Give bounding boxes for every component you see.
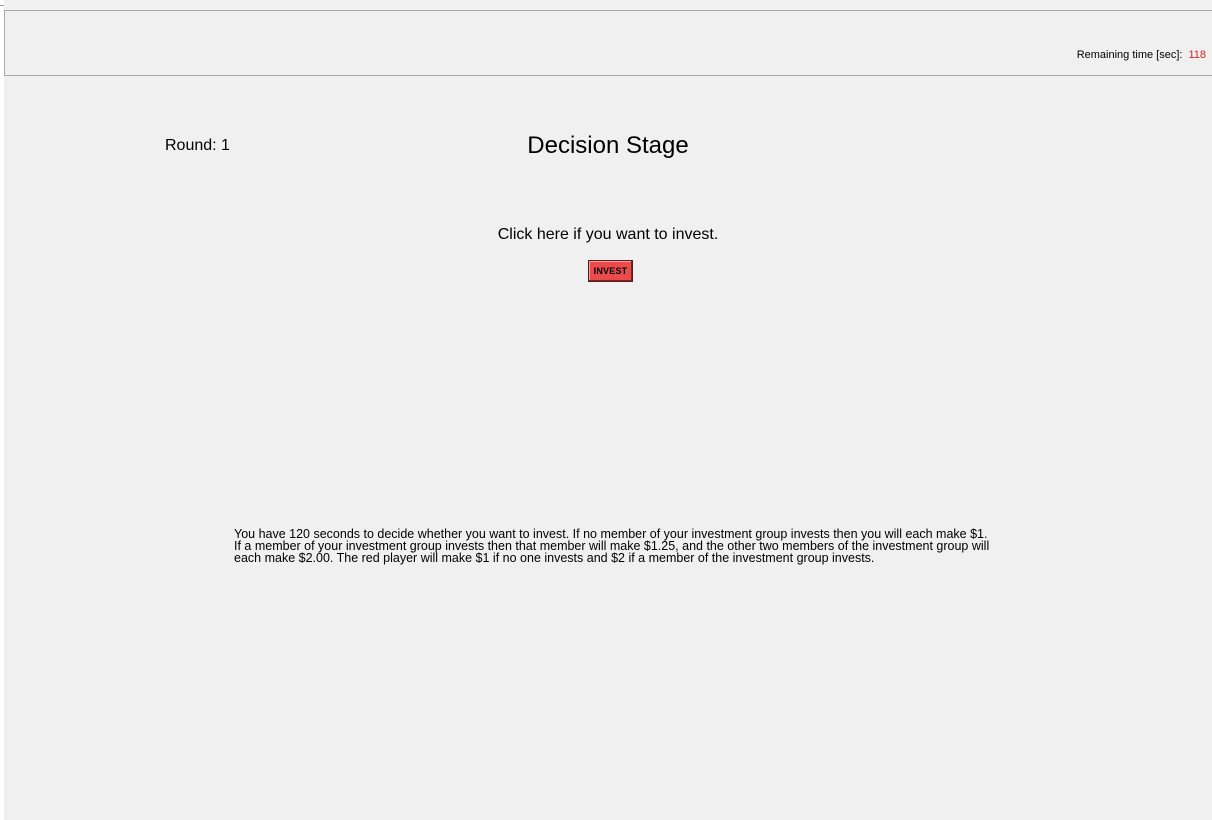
remaining-time-value: 118 <box>1188 49 1206 61</box>
remaining-time-label: Remaining time [sec]: <box>1076 49 1183 61</box>
invest-prompt: Click here if you want to invest. <box>497 226 719 243</box>
header-panel: Remaining time [sec]: 118 <box>4 10 1212 76</box>
page-title: Decision Stage <box>527 132 689 159</box>
instructions-text: You have 120 seconds to decide whether y… <box>234 527 990 565</box>
remaining-time: Remaining time [sec]: 118 <box>1077 49 1206 61</box>
decision-screen: Remaining time [sec]: 118 Round: 1 Decisi… <box>4 0 1212 820</box>
invest-button[interactable]: INVEST <box>588 260 633 282</box>
